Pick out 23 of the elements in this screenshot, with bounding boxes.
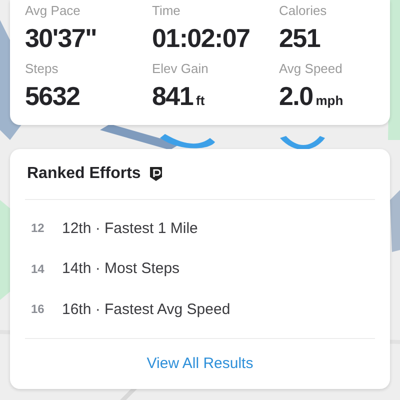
stat-label: Time	[152, 3, 182, 19]
rank-number: 12	[30, 221, 46, 236]
stat-label: Elev Gain	[152, 61, 210, 77]
rank-number: 14	[30, 262, 46, 276]
view-all-results-link[interactable]: View All Results	[146, 354, 254, 372]
stat-unit: ft	[196, 93, 205, 108]
rank-number: 16	[30, 302, 46, 316]
stat-label: Avg Speed	[279, 61, 344, 77]
stat-label: Steps	[25, 61, 60, 77]
stat-label: Avg Pace	[25, 3, 82, 19]
stat-value: 251	[279, 23, 320, 53]
effort-text: 16th · Fastest Avg Speed	[62, 300, 230, 318]
stat-value: 2.0	[279, 81, 313, 111]
stat-unit: mph	[316, 93, 344, 108]
stat-label: Calories	[279, 3, 328, 19]
effort-text: 14th · Most Steps	[62, 260, 180, 278]
stat-value: 01:02:07	[152, 23, 250, 53]
effort-text: 12th · Fastest 1 Mile	[62, 220, 198, 237]
stat-value: 5632	[25, 81, 80, 111]
shield-icon	[148, 166, 163, 182]
card-title: Ranked Efforts	[27, 165, 141, 183]
stat-value: 841	[152, 81, 193, 111]
stat-value: 30'37"	[25, 23, 97, 53]
